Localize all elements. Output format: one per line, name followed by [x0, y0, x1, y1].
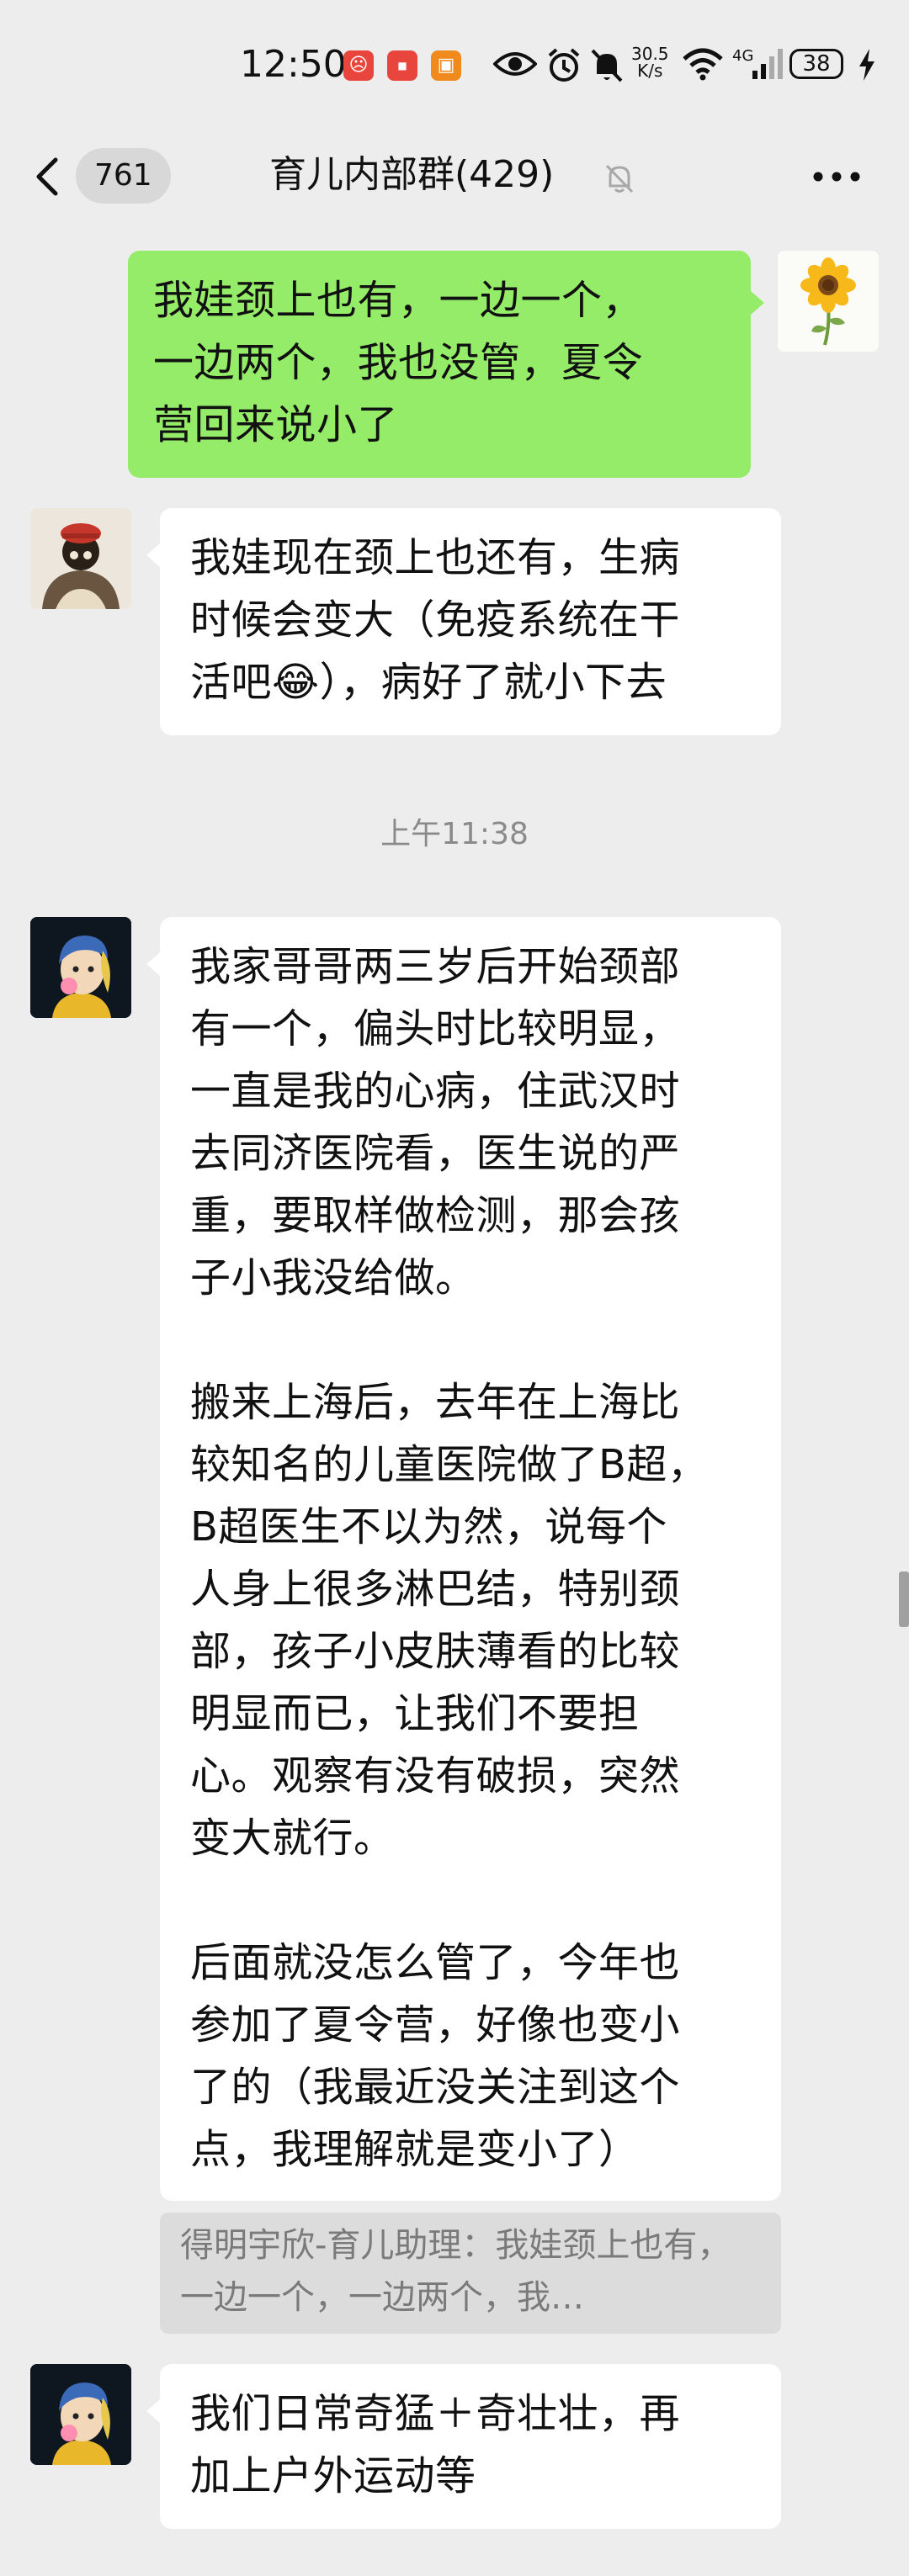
bubble-tail: [146, 2399, 160, 2423]
muted-bell-icon: [605, 164, 634, 193]
eye-icon: [493, 52, 537, 76]
mute-bell-icon: [591, 49, 623, 82]
sunflower-icon: [778, 251, 879, 352]
girl-with-pearl-avatar-icon: [30, 2364, 131, 2465]
chat-header: 761 育儿内部群(429): [0, 126, 909, 227]
more-dots-icon: [813, 172, 860, 182]
message-bubble-received[interactable]: 我们日常奇猛＋奇壮壮，再 加上户外运动等: [160, 2364, 781, 2529]
sender-avatar[interactable]: [30, 508, 131, 609]
alarm-icon: [548, 48, 580, 82]
girl-with-pearl-avatar-icon: [30, 917, 131, 1018]
my-avatar[interactable]: [778, 251, 879, 352]
back-arrow-icon: [36, 157, 58, 196]
quoted-message-text: 得明宇欣-育儿助理：我娃颈上也有，一边一个，一边两个，我…: [180, 2226, 731, 2317]
unread-count-badge: 761: [76, 148, 171, 204]
message-bubble-received[interactable]: 我娃现在颈上也还有，生病 时候会变大（免疫系统在干 活吧😂），病好了就小下去: [160, 508, 781, 735]
status-time: 12:50: [240, 43, 347, 86]
back-button[interactable]: 761: [34, 148, 181, 204]
message-bubble-received[interactable]: 我家哥哥两三岁后开始颈部 有一个，偏头时比较明显， 一直是我的心病，住武汉时 去…: [160, 917, 781, 2201]
bubble-tail: [146, 952, 160, 976]
chat-title[interactable]: 育儿内部群(429): [269, 150, 554, 200]
status-bar: 12:50 ☹ ■ ▣ 30.5 K/s 4G 38: [0, 0, 909, 126]
battery-indicator: 38: [789, 49, 843, 79]
message-timestamp: 上午11:38: [380, 817, 529, 851]
notification-app-icon: ☹: [343, 50, 374, 81]
cartoon-person-avatar-icon: [30, 508, 131, 609]
wifi-icon: [683, 48, 723, 81]
network-speed: 30.5 K/s: [631, 44, 669, 81]
charging-icon: [859, 49, 874, 81]
quoted-message[interactable]: 得明宇欣-育儿助理：我娃颈上也有，一边一个，一边两个，我…: [160, 2213, 781, 2334]
more-options-button[interactable]: [811, 158, 862, 195]
message-bubble-sent[interactable]: 我娃颈上也有，一边一个， 一边两个，我也没管，夏令 营回来说小了: [128, 251, 751, 478]
bubble-tail: [751, 291, 764, 315]
signal-icon: [752, 49, 783, 79]
bubble-tail: [146, 543, 160, 567]
notification-app-icon: ▣: [431, 50, 461, 81]
notification-app-icon: ■: [387, 50, 417, 81]
sender-avatar[interactable]: [30, 2364, 131, 2465]
sender-avatar[interactable]: [30, 917, 131, 1018]
scrollbar-thumb[interactable]: [899, 1572, 909, 1627]
